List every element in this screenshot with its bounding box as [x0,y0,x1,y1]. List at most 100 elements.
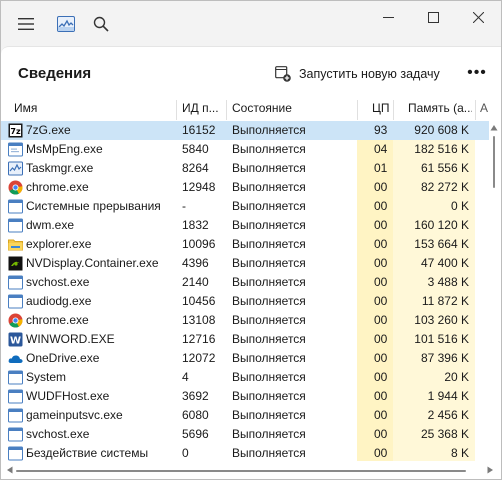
system-window-icon [8,446,23,461]
run-new-task-button[interactable]: Запустить новую задачу [275,63,440,85]
7zip-icon: 7z [8,123,23,138]
process-status: Выполняется [232,180,306,194]
column-divider[interactable] [357,100,358,120]
system-window-icon [8,275,23,290]
process-status: Выполняется [232,256,306,270]
hamburger-icon [18,18,34,30]
process-pid: - [182,199,186,213]
process-pid: 4396 [182,256,209,270]
system-window-icon [8,389,23,404]
table-row[interactable]: NVDisplay.Container.exe 4396 Выполняется 00… [1,254,489,273]
run-new-task-label: Запустить новую задачу [299,67,440,81]
column-header-name[interactable]: Имя [14,97,164,120]
process-pid: 0 [182,446,189,460]
column-header-more[interactable]: A [480,97,492,120]
table-row[interactable]: 7z 7zG.exe 16152 Выполняется 93 920 608 K [1,121,489,140]
process-memory: 8 K [450,446,469,460]
scroll-left-arrow-icon [7,466,13,474]
process-memory: 87 396 K [420,351,469,365]
process-status: Выполняется [232,351,306,365]
process-pid: 4 [182,370,189,384]
process-pid: 8264 [182,161,209,175]
maximize-icon [427,11,439,23]
column-header-memory[interactable]: Память (а... [408,97,472,120]
process-name: dwm.exe [26,218,75,232]
process-name: WUDFHost.exe [26,389,110,403]
scroll-thumb[interactable] [493,136,495,188]
onedrive-icon [8,355,23,363]
column-divider[interactable] [176,100,177,120]
table-row[interactable]: chrome.exe 13108 Выполняется 00 103 260 K [1,311,489,330]
process-pid: 1832 [182,218,209,232]
horizontal-scroll-thumb[interactable] [16,470,466,472]
table-row[interactable]: gameinputsvc.exe 6080 Выполняется 00 2 456 K [1,406,489,425]
process-memory: 920 608 K [414,123,469,137]
process-name: System [26,370,67,384]
nvidia-icon [8,256,23,271]
hamburger-menu-button[interactable] [11,9,41,39]
process-status: Выполняется [232,218,306,232]
process-memory: 103 260 K [414,313,469,327]
more-options-button[interactable]: ••• [463,61,491,85]
column-header-pid[interactable]: ИД п... [182,97,224,120]
minimize-icon [382,16,394,18]
table-row[interactable]: W WINWORD.EXE 12716 Выполняется 00 101 516 K [1,330,489,349]
process-pid: 13108 [182,313,216,327]
table-row[interactable]: System 4 Выполняется 00 20 K [1,368,489,387]
table-row[interactable]: WUDFHost.exe 3692 Выполняется 00 1 944 K [1,387,489,406]
process-pid: 12716 [182,332,216,346]
process-status: Выполняется [232,123,306,137]
scroll-right-arrow-icon [487,466,493,474]
process-status: Выполняется [232,446,306,460]
system-window-icon [8,218,23,233]
table-row[interactable]: dwm.exe 1832 Выполняется 00 160 120 K [1,216,489,235]
process-memory: 47 400 K [420,256,469,270]
table-header: Имя ИД п... Состояние ЦП Память (а... A [1,97,501,120]
table-row[interactable]: chrome.exe 12948 Выполняется 00 82 272 K [1,178,489,197]
process-name: explorer.exe [26,237,92,251]
process-memory: 1 944 K [427,389,469,403]
process-memory: 2 456 K [427,408,469,422]
process-memory: 153 664 K [414,237,469,251]
process-memory: 61 556 K [420,161,469,175]
column-header-status[interactable]: Состояние [232,97,342,120]
table-row[interactable]: MsMpEng.exe 5840 Выполняется 04 182 516 K [1,140,489,159]
process-name: NVDisplay.Container.exe [26,256,159,270]
maximize-button[interactable] [410,1,456,33]
chrome-icon [8,180,23,195]
column-header-cpu[interactable]: ЦП [372,97,394,120]
vertical-scrollbar[interactable] [489,121,499,461]
process-pid: 10096 [182,237,216,251]
horizontal-scrollbar[interactable] [1,461,501,479]
column-divider[interactable] [226,100,227,120]
process-pid: 12072 [182,351,216,365]
close-button[interactable] [455,1,501,33]
process-name: svchost.exe [26,427,90,441]
scroll-up-arrow-icon [490,125,498,131]
task-manager-window: Сведения Запустить новую задачу ••• Имя … [0,0,502,480]
column-divider[interactable] [475,100,476,120]
table-row[interactable]: svchost.exe 2140 Выполняется 00 3 488 K [1,273,489,292]
process-status: Выполняется [232,142,306,156]
column-divider[interactable] [393,100,394,120]
table-row[interactable]: explorer.exe 10096 Выполняется 00 153 664 K [1,235,489,254]
process-status: Выполняется [232,237,306,251]
table-row[interactable]: Системные прерывания - Выполняется 00 0 K [1,197,489,216]
process-pid: 2140 [182,275,209,289]
table-row[interactable]: OneDrive.exe 12072 Выполняется 00 87 396 K [1,349,489,368]
close-icon [472,11,484,23]
process-memory: 0 K [450,199,469,213]
minimize-button[interactable] [365,1,411,33]
svg-text:7z: 7z [10,127,21,136]
table-row[interactable]: svchost.exe 5696 Выполняется 00 25 368 K [1,425,489,444]
table-row[interactable]: audiodg.exe 10456 Выполняется 00 11 872 K [1,292,489,311]
search-button[interactable] [86,9,116,39]
app-window-icon [8,142,23,157]
table-row[interactable]: Бездействие системы 0 Выполняется 00 8 K [1,444,489,461]
process-name: chrome.exe [26,180,89,194]
process-pid: 5696 [182,427,209,441]
table-row[interactable]: Taskmgr.exe 8264 Выполняется 01 61 556 K [1,159,489,178]
process-name: MsMpEng.exe [26,142,103,156]
process-name: gameinputsvc.exe [26,408,123,422]
system-window-icon [8,294,23,309]
